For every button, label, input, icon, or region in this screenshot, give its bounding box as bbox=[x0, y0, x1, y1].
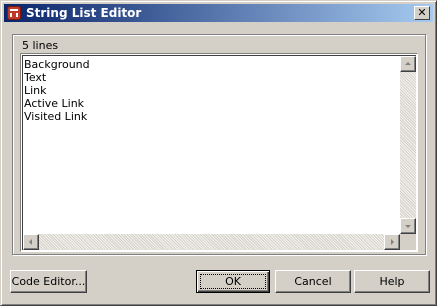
close-button[interactable]: ✕ bbox=[414, 6, 430, 20]
scroll-down-button[interactable] bbox=[400, 218, 416, 234]
window-title: String List Editor bbox=[26, 6, 142, 20]
arrow-up-icon bbox=[405, 62, 411, 65]
cancel-button-label: Cancel bbox=[294, 275, 332, 288]
code-editor-button[interactable]: Code Editor... bbox=[10, 270, 87, 293]
ok-button-label: OK bbox=[225, 275, 241, 288]
arrow-down-icon bbox=[405, 225, 411, 228]
list-item[interactable]: Link bbox=[24, 84, 90, 97]
title-bar[interactable]: String List Editor ✕ bbox=[4, 4, 433, 22]
string-list-textarea[interactable]: Background Text Link Active Link Visited… bbox=[20, 53, 418, 252]
code-editor-button-label: Code Editor... bbox=[11, 275, 86, 288]
list-item[interactable]: Background bbox=[24, 58, 90, 71]
help-button[interactable]: Help bbox=[354, 270, 430, 293]
line-count-label: 5 lines bbox=[22, 39, 59, 52]
help-button-label: Help bbox=[379, 275, 405, 288]
scroll-up-button[interactable] bbox=[400, 56, 416, 72]
app-icon bbox=[7, 6, 21, 20]
list-item[interactable]: Visited Link bbox=[24, 110, 90, 123]
cancel-button[interactable]: Cancel bbox=[275, 270, 351, 293]
horizontal-scrollbar[interactable] bbox=[23, 234, 400, 250]
list-item[interactable]: Text bbox=[24, 71, 90, 84]
string-list-viewport: Background Text Link Active Link Visited… bbox=[22, 55, 416, 250]
dialog-window: String List Editor ✕ 5 lines Background … bbox=[0, 0, 437, 306]
arrow-right-icon bbox=[391, 239, 394, 245]
scroll-right-button[interactable] bbox=[384, 234, 400, 250]
scroll-left-button[interactable] bbox=[23, 234, 39, 250]
ok-button[interactable]: OK bbox=[196, 270, 270, 293]
vertical-scrollbar[interactable] bbox=[400, 56, 416, 234]
list-item[interactable]: Active Link bbox=[24, 97, 90, 110]
string-list: Background Text Link Active Link Visited… bbox=[24, 58, 90, 123]
scrollbar-corner bbox=[400, 234, 416, 250]
close-icon: ✕ bbox=[417, 6, 427, 19]
arrow-left-icon bbox=[29, 239, 32, 245]
